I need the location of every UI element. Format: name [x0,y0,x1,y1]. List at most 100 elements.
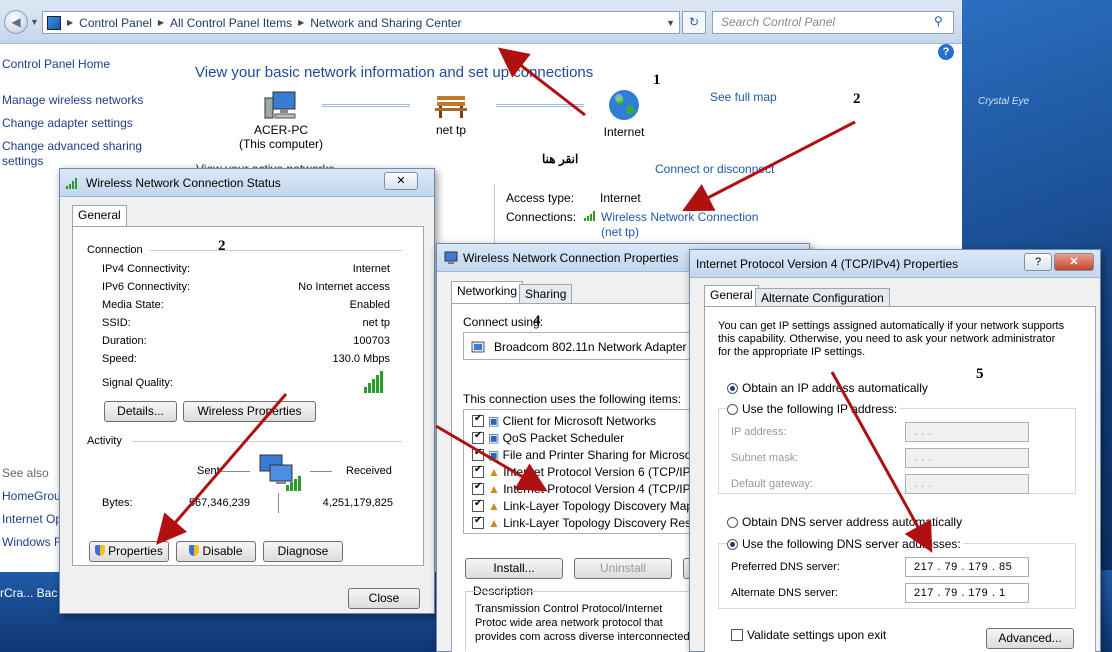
properties-button-label: Properties [108,544,163,558]
recent-pages-icon[interactable]: ▼ [30,14,42,30]
search-input[interactable]: Search Control Panel [712,11,954,34]
list-item[interactable]: ▲ Internet Protocol Version 6 (TCP/IPv6) [472,464,707,479]
radio[interactable] [727,383,738,394]
row-value: net tp [362,317,390,329]
page-title: View your basic network information and … [195,64,594,81]
ip-address-field[interactable]: . . . [905,422,1029,442]
checkbox[interactable] [472,430,484,444]
list-item[interactable]: ▲ Internet Protocol Version 4 (TCP/IPv4) [472,481,708,496]
diagnose-button[interactable]: Diagnose [263,541,343,562]
see-also-internet-options[interactable]: Internet Op [2,512,62,527]
row-label: Media State: [102,299,164,311]
close-button[interactable]: Close [348,588,420,609]
checkbox[interactable] [472,413,484,427]
install-button[interactable]: Install... [465,558,563,579]
see-also-homegroup[interactable]: HomeGrou [2,489,61,504]
status-panel [72,226,424,566]
checkbox[interactable] [472,481,484,495]
address-bar[interactable]: ▶ Control Panel ▶ All Control Panel Item… [42,11,680,34]
breadcrumb-control-panel[interactable]: Control Panel [79,16,152,30]
node-internet[interactable]: Internet [594,88,654,139]
network-adapter-icon [444,251,458,264]
checkbox[interactable] [731,629,743,641]
tab-alternate-configuration[interactable]: Alternate Configuration [755,288,890,308]
breadcrumb-network-sharing[interactable]: Network and Sharing Center [310,16,461,30]
checkbox[interactable] [472,464,484,478]
disable-button[interactable]: Disable [176,541,256,562]
alternate-dns-label: Alternate DNS server: [731,587,838,599]
preferred-dns-label: Preferred DNS server: [731,561,840,573]
default-gateway-label: Default gateway: [731,478,813,490]
advanced-button[interactable]: Advanced... [986,628,1074,649]
wireless-connection-link[interactable]: Wireless Network Connection [601,210,758,224]
chevron-down-icon[interactable]: ▼ [666,18,675,28]
details-button[interactable]: Details... [104,401,177,422]
protocol-icon: ▲ [488,516,504,530]
checkbox[interactable] [472,515,484,529]
connect-disconnect-link[interactable]: Connect or disconnect [655,162,774,176]
search-icon[interactable]: ⚲ [934,14,943,28]
see-also-windows-firewall[interactable]: Windows F [2,535,61,550]
help-button[interactable]: ? [1024,253,1052,271]
wireless-connection-sublink[interactable]: (net tp) [601,225,639,239]
tab-general[interactable]: General [704,285,759,307]
obtain-dns-auto-radio[interactable]: Obtain DNS server address automatically [727,515,962,529]
chevron-right-icon: ▶ [67,18,74,27]
list-item[interactable]: ▲ Link-Layer Topology Discovery Respon [472,515,711,530]
qos-icon: ▣ [488,431,503,445]
disable-button-label: Disable [202,544,243,558]
row-label: IPv6 Connectivity: [102,281,191,293]
sidebar-change-sharing[interactable]: Change advanced sharing settings [2,139,152,169]
breadcrumb-all-items[interactable]: All Control Panel Items [170,16,292,30]
uninstall-button[interactable]: Uninstall [574,558,672,579]
list-item[interactable]: ▣ QoS Packet Scheduler [472,430,624,445]
sent-line [220,471,250,472]
taskbar-text: rCra... Bac [0,586,58,600]
sidebar-control-panel-home[interactable]: Control Panel Home [2,57,110,72]
tab-sharing[interactable]: Sharing [519,284,573,304]
status-dialog-title-text: Wireless Network Connection Status [86,176,281,190]
node-network[interactable]: net tp [420,90,482,137]
signal-quality-icon [364,369,383,393]
help-icon[interactable]: ? [938,44,954,60]
tab-networking[interactable]: Networking [451,281,524,303]
subnet-mask-field[interactable]: . . . [905,448,1029,468]
use-following-ip-radio[interactable]: Use the following IP address: [727,402,900,416]
back-button[interactable]: ◀ [4,10,28,34]
checkbox[interactable] [472,498,484,512]
tab-general[interactable]: General [72,205,127,227]
annotation-number: 1 [653,72,661,88]
control-panel-icon [47,15,61,30]
see-full-map-link[interactable]: See full map [710,90,777,104]
annotation-number: 5 [976,366,984,382]
signal-bars-icon [584,211,595,221]
ipv4-dialog: Internet Protocol Version 4 (TCP/IPv4) P… [689,249,1101,652]
use-following-dns-radio[interactable]: Use the following DNS server addresses: [727,537,963,551]
close-icon[interactable]: ✕ [384,172,418,190]
refresh-button[interactable]: ↻ [682,11,706,34]
sidebar-manage-wireless[interactable]: Manage wireless networks [2,93,143,108]
desktop-brand: Crystal Eye [978,96,1030,107]
checkbox[interactable] [472,447,484,461]
shield-icon [189,545,200,556]
radio[interactable] [727,517,738,528]
alternate-dns-field[interactable]: 217 . 79 . 179 . 1 [905,583,1029,603]
close-icon[interactable]: ✕ [1054,253,1094,271]
sidebar-change-adapter[interactable]: Change adapter settings [2,116,133,131]
radio[interactable] [727,404,738,415]
node-label: net tp [435,123,467,137]
properties-button[interactable]: Properties [89,541,169,562]
list-item-label: Client for Microsoft Networks [502,414,657,428]
radio[interactable] [727,539,738,550]
obtain-ip-auto-radio[interactable]: Obtain an IP address automatically [727,381,928,395]
wireless-properties-button[interactable]: Wireless Properties [183,401,316,422]
list-item[interactable]: ▣ Client for Microsoft Networks [472,413,657,428]
list-item[interactable]: ▲ Link-Layer Topology Discovery Mapper [472,498,710,513]
list-item[interactable]: ▣ File and Printer Sharing for Microsoft… [472,447,717,462]
list-item-label: Internet Protocol Version 4 (TCP/IPv4) [503,482,708,496]
ipv4-dialog-title: Internet Protocol Version 4 (TCP/IPv4) P… [690,250,1100,278]
node-this-computer[interactable]: ACER-PC (This computer) [238,90,324,151]
default-gateway-field[interactable]: . . . [905,474,1029,494]
preferred-dns-field[interactable]: 217 . 79 . 179 . 85 [905,557,1029,577]
validate-checkbox[interactable]: Validate settings upon exit [731,628,886,642]
